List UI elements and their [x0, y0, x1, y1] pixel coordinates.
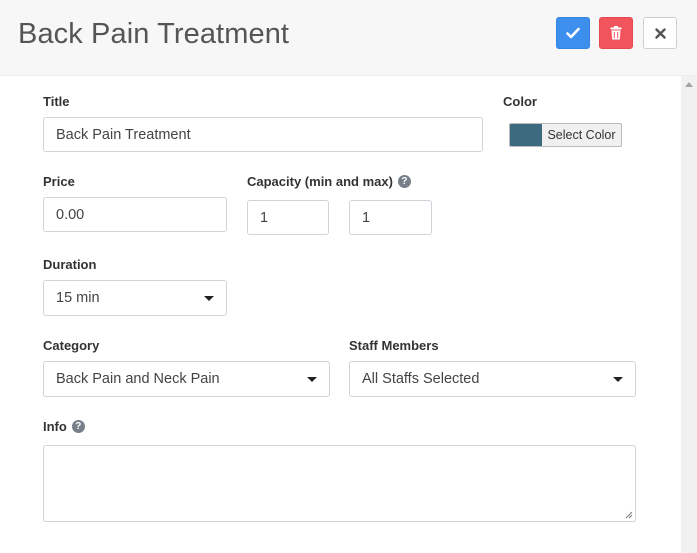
capacity-min-input[interactable]: 1 — [247, 200, 329, 235]
chevron-down-icon — [204, 296, 214, 301]
color-picker-button[interactable]: Select Color — [509, 123, 622, 147]
chevron-down-icon — [307, 377, 317, 382]
staff-members-select[interactable]: All Staffs Selected — [349, 361, 636, 397]
capacity-label: Capacity (min and max)? — [247, 174, 411, 189]
trash-icon — [610, 26, 622, 40]
duration-select-value: 15 min — [56, 290, 100, 306]
color-swatch — [510, 124, 542, 146]
category-label: Category — [43, 338, 100, 353]
price-input-value: 0.00 — [56, 206, 85, 223]
capacity-max-input[interactable]: 1 — [349, 200, 432, 235]
resize-handle-icon[interactable] — [625, 511, 633, 519]
info-textarea[interactable] — [43, 445, 636, 522]
check-icon — [566, 27, 580, 39]
category-select[interactable]: Back Pain and Neck Pain — [43, 361, 330, 397]
info-label-text: Info — [43, 419, 67, 434]
price-input[interactable]: 0.00 — [43, 197, 227, 232]
question-icon[interactable]: ? — [397, 175, 411, 189]
info-label: Info? — [43, 419, 85, 434]
chevron-down-icon — [613, 377, 623, 382]
title-input[interactable]: Back Pain Treatment — [43, 117, 483, 152]
page-title: Back Pain Treatment — [18, 18, 290, 50]
duration-select[interactable]: 15 min — [43, 280, 227, 316]
close-icon — [654, 27, 666, 39]
select-color-label: Select Color — [547, 128, 616, 142]
scroll-up-arrow-icon[interactable] — [685, 82, 693, 87]
price-label: Price — [43, 174, 75, 189]
modal-header: Back Pain Treatment — [0, 0, 697, 76]
delete-button[interactable] — [599, 17, 633, 49]
question-icon[interactable]: ? — [71, 420, 85, 434]
title-label: Title — [43, 94, 70, 109]
title-input-value: Back Pain Treatment — [56, 126, 191, 143]
staff-members-select-value: All Staffs Selected — [362, 371, 480, 387]
staff-members-label: Staff Members — [349, 338, 439, 353]
capacity-label-text: Capacity (min and max) — [247, 174, 393, 189]
capacity-min-value: 1 — [260, 209, 269, 226]
vertical-scrollbar[interactable] — [681, 76, 697, 553]
duration-label: Duration — [43, 257, 97, 272]
category-select-value: Back Pain and Neck Pain — [56, 371, 220, 387]
capacity-max-value: 1 — [362, 209, 371, 226]
close-button[interactable] — [643, 17, 677, 49]
save-button[interactable] — [556, 17, 590, 49]
color-label: Color — [503, 94, 537, 109]
